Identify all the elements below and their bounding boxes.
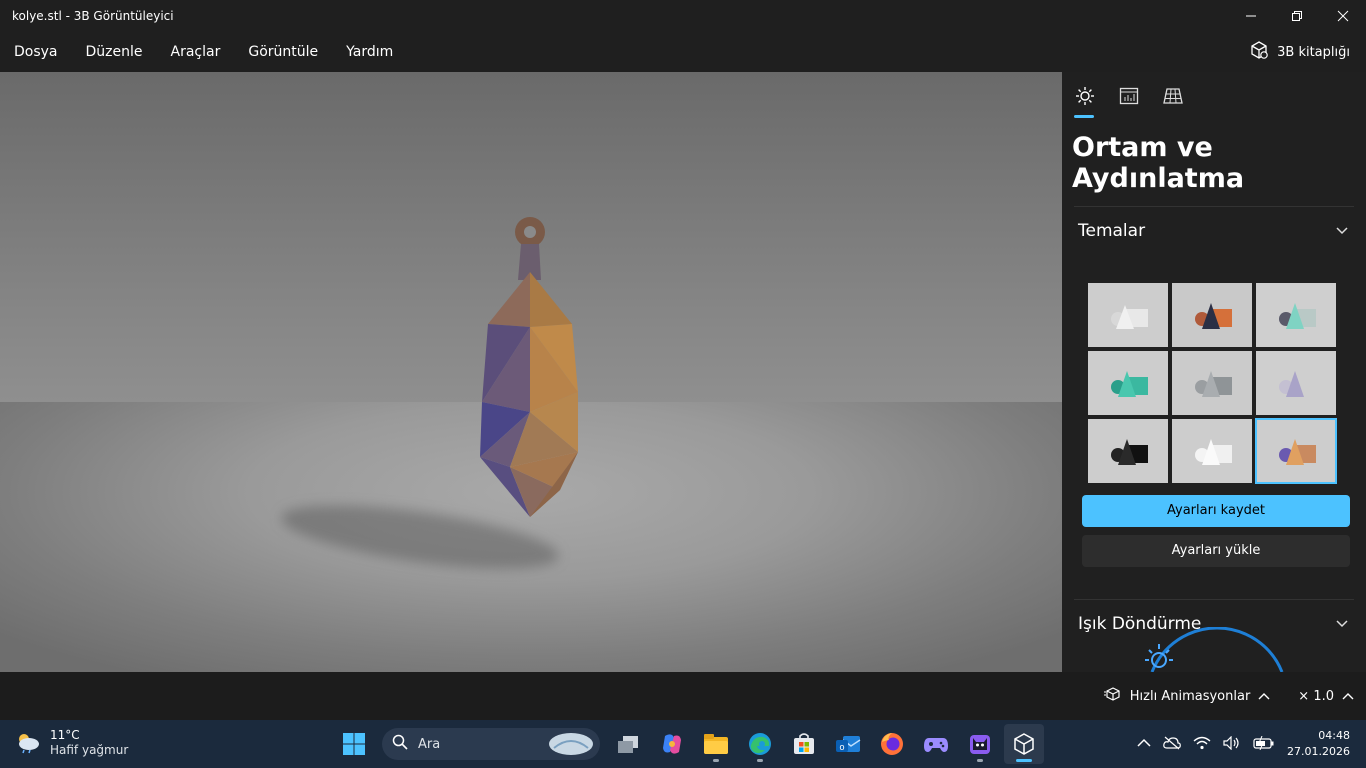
weather-widget[interactable]: 11°C Hafif yağmur: [14, 728, 128, 758]
grid-icon: [1163, 88, 1183, 104]
animation-selector[interactable]: Hızlı Animasyonlar: [1103, 686, 1271, 706]
menu-help[interactable]: Yardım: [332, 32, 407, 72]
environment-icon: [1076, 87, 1094, 105]
search-highlight-image: [548, 732, 594, 760]
chevron-up-icon[interactable]: [1137, 738, 1151, 751]
panel-tabs: [1062, 72, 1366, 118]
outlook-app[interactable]: o: [828, 724, 868, 764]
tab-environment[interactable]: [1074, 86, 1096, 118]
file-explorer-app[interactable]: [696, 724, 736, 764]
theme-1[interactable]: [1088, 283, 1168, 347]
animation-bar: Hızlı Animasyonlar × 1.0: [0, 672, 1366, 720]
chevron-up-icon: [1258, 689, 1270, 704]
title-bar: kolye.stl - 3B Görüntüleyici: [0, 0, 1366, 32]
animation-icon: [1103, 686, 1122, 706]
load-settings-button[interactable]: Ayarları yükle: [1082, 535, 1350, 567]
cat-app[interactable]: [960, 724, 1000, 764]
cube-icon: [1249, 40, 1269, 64]
themes-label: Temalar: [1078, 221, 1146, 241]
task-view-button[interactable]: [608, 724, 648, 764]
close-button[interactable]: [1320, 0, 1366, 32]
environment-panel: Ortam ve Aydınlatma Temalar Ayarları kay…: [1062, 72, 1366, 672]
chevron-up-icon: [1342, 689, 1354, 704]
theme-grid: [1062, 283, 1366, 484]
theme-4[interactable]: [1088, 351, 1168, 415]
cloud-offline-icon[interactable]: [1163, 736, 1181, 753]
chevron-down-icon: [1336, 224, 1348, 238]
volume-icon[interactable]: [1223, 735, 1241, 753]
search-placeholder: Ara: [418, 736, 441, 752]
search-icon: [392, 734, 408, 754]
wifi-icon[interactable]: [1193, 736, 1211, 753]
clock-time: 04:48: [1318, 729, 1350, 742]
theme-2[interactable]: [1172, 283, 1252, 347]
theme-6[interactable]: [1256, 351, 1336, 415]
running-indicator: [757, 759, 763, 762]
taskbar: 11°C Hafif yağmur Ara o 04:48 27.01.2026: [0, 720, 1366, 768]
copilot-app[interactable]: [652, 724, 692, 764]
panel-title: Ortam ve Aydınlatma: [1072, 132, 1245, 194]
system-tray: 04:48 27.01.2026: [1137, 720, 1350, 768]
weather-temp: 11°C: [50, 728, 80, 742]
running-indicator: [977, 759, 983, 762]
pendant-model[interactable]: [0, 72, 1062, 672]
restore-button[interactable]: [1274, 0, 1320, 32]
svg-text:o: o: [839, 742, 844, 752]
clock[interactable]: 04:48 27.01.2026: [1287, 728, 1350, 760]
theme-5[interactable]: [1172, 351, 1252, 415]
running-indicator: [713, 759, 719, 762]
menu-tools[interactable]: Araçlar: [157, 32, 235, 72]
firefox-app[interactable]: [872, 724, 912, 764]
search-box[interactable]: Ara: [382, 728, 600, 760]
window-title: kolye.stl - 3B Görüntüleyici: [12, 9, 174, 23]
themes-header[interactable]: Temalar: [1062, 207, 1366, 255]
tab-stats[interactable]: [1118, 86, 1140, 118]
battery-icon[interactable]: [1253, 735, 1275, 753]
theme-9-selected[interactable]: [1255, 418, 1337, 484]
theme-7[interactable]: [1088, 419, 1168, 483]
save-settings-button[interactable]: Ayarları kaydet: [1082, 495, 1350, 527]
edge-app[interactable]: [740, 724, 780, 764]
stats-icon: [1119, 87, 1139, 105]
menu-bar: Dosya Düzenle Araçlar Görüntüle Yardım 3…: [0, 32, 1366, 72]
speed-value: × 1.0: [1298, 688, 1334, 704]
cloud-rain-icon: [14, 730, 42, 757]
tab-grid[interactable]: [1162, 86, 1184, 118]
weather-desc: Hafif yağmur: [50, 743, 129, 757]
clock-date: 27.01.2026: [1287, 745, 1350, 758]
animation-label: Hızlı Animasyonlar: [1129, 688, 1251, 704]
theme-8[interactable]: [1172, 419, 1252, 483]
running-indicator: [1016, 759, 1032, 762]
minimize-button[interactable]: [1228, 0, 1274, 32]
speed-selector[interactable]: × 1.0: [1298, 689, 1354, 704]
3d-viewport[interactable]: [0, 72, 1062, 672]
light-rotation-dial[interactable]: [1062, 627, 1366, 672]
game-controller-app[interactable]: [916, 724, 956, 764]
theme-3[interactable]: [1256, 283, 1336, 347]
3d-library-button[interactable]: 3B kitaplığı: [1249, 40, 1366, 64]
3d-viewer-app[interactable]: [1004, 724, 1044, 764]
menu-file[interactable]: Dosya: [0, 32, 72, 72]
taskbar-apps: Ara o: [334, 720, 1044, 768]
menu-edit[interactable]: Düzenle: [72, 32, 157, 72]
3d-library-label: 3B kitaplığı: [1277, 44, 1350, 60]
store-app[interactable]: [784, 724, 824, 764]
start-button[interactable]: [334, 724, 374, 764]
menu-view[interactable]: Görüntüle: [234, 32, 332, 72]
